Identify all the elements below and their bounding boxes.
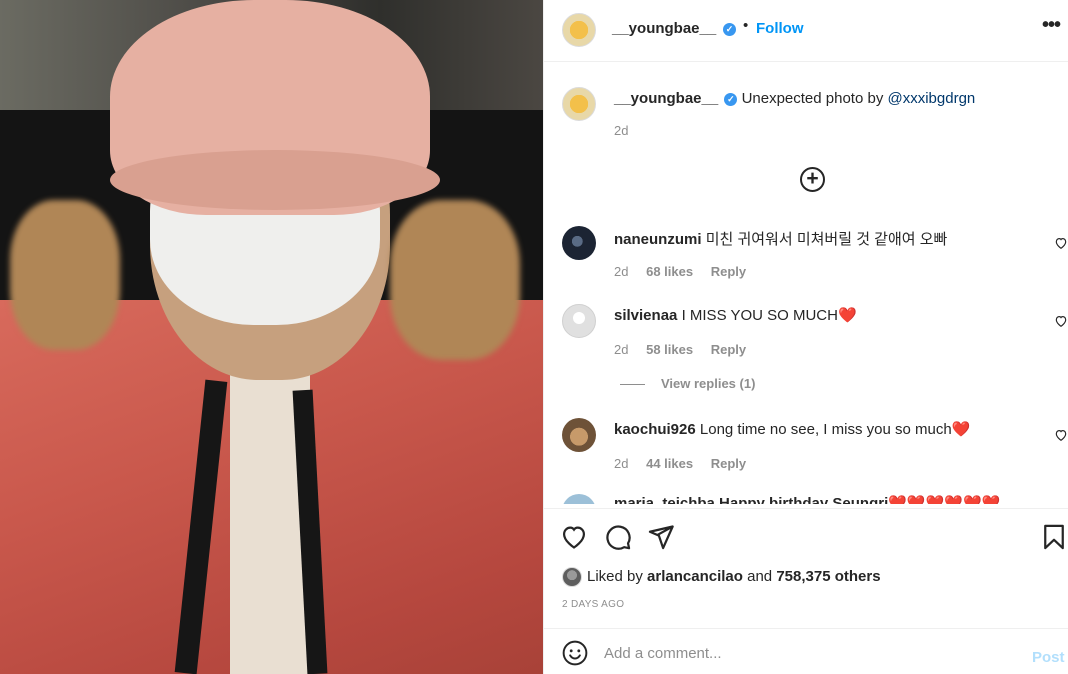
comment-body: 미친 귀여워서 미쳐버릴 것 같애여 오빠 — [705, 231, 948, 248]
likes-middle: and — [742, 567, 777, 585]
likes-summary: Liked by arlancancilao and 758,375 other… — [562, 567, 881, 587]
caption-mention[interactable]: @xxxibgdrgn — [888, 90, 976, 107]
red-heart-emoji: ❤️ — [837, 307, 857, 324]
comment-username[interactable]: naneunzumi — [614, 231, 702, 248]
comment-item: naneunzumi 미친 귀여워서 미쳐버릴 것 같애여 오빠 2d 68 l… — [544, 226, 1068, 296]
comment-input[interactable] — [604, 641, 1004, 665]
comment-avatar-partial[interactable] — [562, 494, 596, 504]
likes-prefix: Liked by — [587, 567, 648, 585]
post-button[interactable]: Post — [1032, 649, 1065, 666]
share-icon[interactable] — [647, 523, 675, 551]
caption-time[interactable]: 2d — [614, 123, 628, 138]
comment-heart-icon[interactable] — [1054, 314, 1068, 328]
comment-heart-icon[interactable] — [1054, 236, 1068, 250]
load-more-comments-button[interactable]: + — [800, 167, 825, 192]
verified-badge-icon: ✓ — [723, 23, 736, 36]
comment-heart-icon[interactable] — [1054, 428, 1068, 442]
comment-partial[interactable]: maria_teichba Happy birthday Seungri❤️❤️… — [614, 494, 1000, 504]
red-heart-emoji: ❤️ — [951, 421, 971, 438]
comment-time[interactable]: 2d — [614, 264, 628, 279]
view-replies-button[interactable]: View replies (1) — [620, 376, 755, 391]
add-comment-bar: Post — [544, 628, 1068, 674]
liker-username[interactable]: arlancancilao — [647, 568, 743, 585]
comment-time[interactable]: 2d — [614, 456, 628, 471]
caption-text: __youngbae__ ✓ Unexpected photo by @xxxi… — [614, 90, 975, 107]
comment-body: I MISS YOU SO MUCH — [681, 307, 838, 324]
comment-username[interactable]: silvienaa — [614, 307, 677, 324]
comment-body: Long time no see, I miss you so much — [699, 421, 952, 438]
comment-likes[interactable]: 68 likes — [646, 264, 693, 279]
comment-text: kaochui926 Long time no see, I miss you … — [614, 420, 970, 438]
likes-count[interactable]: 758,375 others — [776, 568, 880, 585]
post-header: __youngbae__ ✓ • Follow ••• — [544, 0, 1068, 62]
liker-avatar[interactable] — [562, 567, 582, 587]
emoji-icon[interactable] — [562, 640, 588, 666]
reply-button[interactable]: Reply — [711, 264, 746, 279]
caption-avatar[interactable] — [562, 87, 596, 121]
reply-button[interactable]: Reply — [711, 342, 746, 357]
comment-username[interactable]: kaochui926 — [614, 421, 696, 438]
post-side-panel: __youngbae__ ✓ • Follow ••• __youngbae__… — [543, 0, 1068, 674]
comment-item: silvienaa I MISS YOU SO MUCH❤️ 2d 58 lik… — [544, 304, 1068, 374]
comment-meta: 2d 58 likes Reply — [614, 342, 760, 357]
caption-body: Unexpected photo by — [741, 90, 888, 107]
follow-button[interactable]: Follow — [756, 20, 804, 37]
comment-likes[interactable]: 58 likes — [646, 342, 693, 357]
heart-icon[interactable] — [560, 523, 588, 551]
more-options-icon[interactable]: ••• — [1042, 14, 1061, 37]
photo-fist-right — [390, 200, 520, 360]
caption-username[interactable]: __youngbae__ — [614, 90, 718, 107]
header-username[interactable]: __youngbae__ — [612, 20, 716, 37]
comment-avatar[interactable] — [562, 304, 596, 338]
post-photo[interactable] — [0, 0, 543, 674]
comment-avatar[interactable] — [562, 418, 596, 452]
view-replies-line — [620, 384, 645, 386]
avatar[interactable] — [562, 13, 596, 47]
comment-likes[interactable]: 44 likes — [646, 456, 693, 471]
bookmark-icon[interactable] — [1040, 523, 1068, 551]
comment-icon[interactable] — [604, 523, 632, 551]
action-bar: Liked by arlancancilao and 758,375 other… — [544, 508, 1068, 628]
photo-fist-left — [10, 200, 120, 350]
comment-text: naneunzumi 미친 귀여워서 미쳐버릴 것 같애여 오빠 — [614, 228, 947, 249]
comment-item: kaochui926 Long time no see, I miss you … — [544, 418, 1068, 488]
verified-badge-icon: ✓ — [724, 92, 738, 106]
photo-hat-brim — [110, 150, 440, 210]
comment-meta: 2d 44 likes Reply — [614, 456, 760, 471]
view-replies-label: View replies (1) — [661, 376, 756, 391]
separator-dot: • — [743, 17, 749, 34]
comment-time[interactable]: 2d — [614, 342, 628, 357]
comment-avatar[interactable] — [562, 226, 596, 260]
post-timestamp[interactable]: 2 DAYS AGO — [562, 599, 624, 610]
comment-text: silvienaa I MISS YOU SO MUCH❤️ — [614, 306, 857, 324]
comment-meta: 2d 68 likes Reply — [614, 264, 760, 279]
reply-button[interactable]: Reply — [711, 456, 746, 471]
